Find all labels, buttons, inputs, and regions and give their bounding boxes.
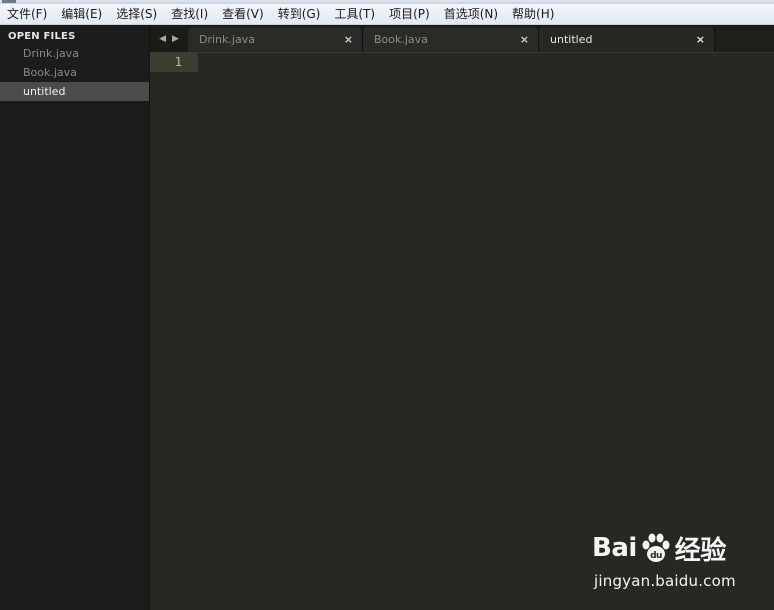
tab-untitled[interactable]: untitled × (539, 27, 715, 52)
tab-navigation: ◀ ▶ (150, 25, 188, 52)
svg-text:du: du (650, 551, 662, 561)
baidu-jingyan-watermark: Bai du 经验 jingyan.baidu.com (592, 528, 752, 598)
tab-drink-java[interactable]: Drink.java × (188, 27, 363, 52)
code-editor[interactable]: 1 (150, 53, 774, 610)
tab-label: Drink.java (199, 33, 255, 46)
open-files-heading: OPEN FILES (8, 31, 76, 42)
sidebar-item-untitled[interactable]: untitled (0, 82, 149, 101)
menu-help[interactable]: 帮助(H) (505, 4, 561, 24)
sidebar-item-drink-java[interactable]: Drink.java (0, 44, 149, 63)
line-number: 1 (174, 55, 182, 69)
sublime-text-window: 文件(F) 编辑(E) 选择(S) 查找(I) 查看(V) 转到(G) 工具(T… (0, 0, 774, 610)
logo-text-jingyan: 经验 (674, 535, 727, 566)
close-icon[interactable]: × (520, 27, 529, 52)
tab-book-java[interactable]: Book.java × (363, 27, 539, 52)
menu-project[interactable]: 项目(P) (382, 4, 437, 24)
menu-view[interactable]: 查看(V) (215, 4, 271, 24)
menu-preferences[interactable]: 首选项(N) (437, 4, 505, 24)
tab-next-icon[interactable]: ▶ (172, 34, 179, 44)
current-line-highlight: 1 (150, 53, 198, 72)
close-icon[interactable]: × (696, 27, 705, 52)
baidu-logo: Bai du 经验 (592, 528, 726, 568)
logo-text-bai: Bai (592, 533, 637, 563)
paw-icon: du (642, 533, 670, 562)
menu-tools[interactable]: 工具(T) (327, 4, 382, 24)
sidebar: OPEN FILES Drink.java Book.java untitled (0, 25, 150, 610)
menu-bar: 文件(F) 编辑(E) 选择(S) 查找(I) 查看(V) 转到(G) 工具(T… (0, 4, 774, 25)
menu-selection[interactable]: 选择(S) (109, 4, 164, 24)
tab-label: Book.java (374, 33, 428, 46)
tab-label: untitled (550, 33, 593, 46)
menu-goto[interactable]: 转到(G) (271, 4, 328, 24)
tab-prev-icon[interactable]: ◀ (159, 34, 166, 44)
menu-find[interactable]: 查找(I) (164, 4, 215, 24)
window-corner-icon (2, 0, 16, 3)
tab-bar: ◀ ▶ Drink.java × Book.java × untitled × (150, 25, 774, 53)
close-icon[interactable]: × (344, 27, 353, 52)
sidebar-item-book-java[interactable]: Book.java (0, 63, 149, 82)
watermark-url: jingyan.baidu.com (594, 572, 736, 590)
line-number-gutter: 1 (150, 53, 198, 610)
tab-bar-empty-area (715, 27, 774, 52)
menu-edit[interactable]: 编辑(E) (54, 4, 109, 24)
menu-file[interactable]: 文件(F) (0, 4, 54, 24)
